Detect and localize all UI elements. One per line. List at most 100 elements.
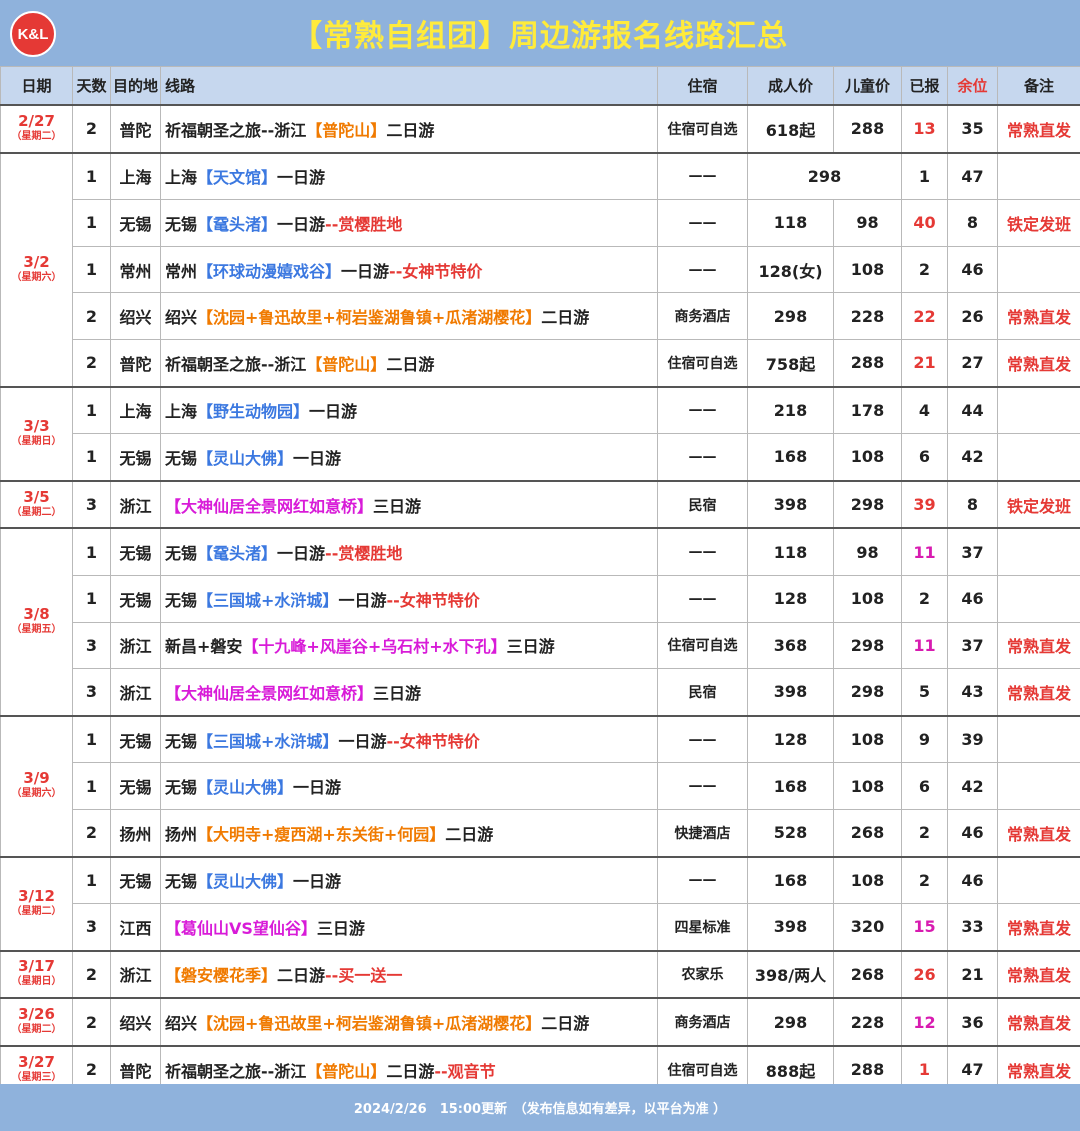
route-segment: --女神节特价 xyxy=(389,261,483,281)
note-cell: 常熟直发 xyxy=(997,668,1080,717)
route-segment: 【灵山大佛】 xyxy=(197,778,294,798)
route-segment: 无锡 xyxy=(165,872,198,892)
route-segment: 一日游 xyxy=(293,448,342,468)
adult-price-cell: 298 xyxy=(747,997,834,1047)
lodging-cell: —— xyxy=(657,385,748,435)
route-cell: 祈福朝圣之旅--浙江【普陀山】二日游 xyxy=(160,104,658,154)
weekday-label: （星期五） xyxy=(11,624,62,636)
page-header: K&L 【常熟自组团】周边游报名线路汇总 xyxy=(0,0,1080,66)
weekday-label: （星期二） xyxy=(11,130,62,142)
route-segment: --买一送一 xyxy=(325,966,403,986)
remaining-seats-cell: 27 xyxy=(947,338,998,388)
note-cell: 常熟直发 xyxy=(997,104,1080,154)
destination-cell: 浙江 xyxy=(110,621,161,670)
days-cell: 3 xyxy=(72,479,111,529)
destination-cell: 无锡 xyxy=(110,762,161,810)
route-segment: 绍兴 xyxy=(165,1014,198,1034)
route-segment: 【大神仙居全景网红如意桥】 xyxy=(165,496,374,516)
route-cell: 无锡【三国城+水浒城】一日游--女神节特价 xyxy=(160,714,658,764)
itinerary-sheet: K&L 【常熟自组团】周边游报名线路汇总 日期 天数 目的地 线路 住宿 成人价… xyxy=(0,0,1080,1131)
route-segment: 常州 xyxy=(165,261,198,281)
destination-cell: 上海 xyxy=(110,151,161,201)
note-cell xyxy=(997,151,1080,201)
lodging-cell: 商务酒店 xyxy=(657,997,748,1047)
days-cell: 3 xyxy=(72,621,111,670)
date-cell: 3/3 （星期日） xyxy=(0,385,73,482)
destination-cell: 绍兴 xyxy=(110,997,161,1047)
route-segment: 一日游 xyxy=(309,402,358,422)
adult-price-cell: 168 xyxy=(747,855,834,905)
days-cell: 2 xyxy=(72,808,111,858)
note-cell: 常熟直发 xyxy=(997,621,1080,670)
route-segment: 无锡 xyxy=(165,214,198,234)
remaining-seats-cell: 8 xyxy=(947,479,998,529)
route-segment: 【普陀山】 xyxy=(306,1061,387,1081)
adult-price-cell: 128 xyxy=(747,574,834,623)
remaining-seats-cell: 26 xyxy=(947,292,998,340)
route-segment: 祈福朝圣之旅--浙江 xyxy=(165,1061,307,1081)
route-cell: 绍兴【沈园+鲁迅故里+柯岩鉴湖鲁镇+瓜渚湖樱花】二日游 xyxy=(160,997,658,1047)
date-cell: 3/5 （星期二） xyxy=(0,479,73,529)
table-row: 3/5 （星期二） 3 浙江 【大神仙居全景网红如意桥】三日游 民宿 398 298 39 8 铁定… xyxy=(0,479,1080,529)
route-segment: 【三国城+水浒城】 xyxy=(197,731,339,751)
child-price-cell: 320 xyxy=(833,903,902,952)
weekday-label: （星期日） xyxy=(11,435,62,447)
child-price-cell: 108 xyxy=(833,714,902,764)
adult-price-cell: 398 xyxy=(747,479,834,529)
weekday-label: （星期二） xyxy=(11,1024,62,1036)
note-cell xyxy=(997,385,1080,435)
adult-price-cell: 218 xyxy=(747,385,834,435)
child-price-cell: 108 xyxy=(833,855,902,905)
col-reported: 已报 xyxy=(901,66,948,106)
route-segment: 【普陀山】 xyxy=(306,120,387,140)
days-cell: 1 xyxy=(72,151,111,201)
date-cell: 3/17 （星期日） xyxy=(0,949,73,999)
route-segment: 二日游 xyxy=(386,120,435,140)
col-remaining: 余位 xyxy=(947,66,998,106)
days-cell: 1 xyxy=(72,574,111,623)
days-cell: 2 xyxy=(72,997,111,1047)
reported-count-cell: 40 xyxy=(901,199,948,247)
route-segment: --赏樱胜地 xyxy=(325,544,403,564)
lodging-cell: —— xyxy=(657,527,748,576)
days-cell: 3 xyxy=(72,668,111,717)
table-row: 1 无锡 无锡【三国城+水浒城】一日游--女神节特价 —— 128 108 2 46 xyxy=(1,574,1080,623)
remaining-seats-cell: 36 xyxy=(947,997,998,1047)
adult-price-cell: 398/两人 xyxy=(747,949,834,999)
table-row: 2 扬州 扬州【大明寺+瘦西湖+东关街+何园】二日游 快捷酒店 528 268 2 46 常熟直… xyxy=(1,808,1080,858)
days-cell: 2 xyxy=(72,949,111,999)
child-price-cell: 228 xyxy=(833,997,902,1047)
date-value: 3/5 xyxy=(23,487,50,506)
remaining-seats-cell: 42 xyxy=(947,762,998,810)
lodging-cell: 住宿可自选 xyxy=(657,621,748,670)
adult-price-cell: 128 xyxy=(747,714,834,764)
table-row: 3 浙江 新昌+磐安【十九峰+风崖谷+乌石村+水下孔】三日游 住宿可自选 368 298 1… xyxy=(1,621,1080,670)
lodging-cell: 商务酒店 xyxy=(657,292,748,340)
lodging-cell: —— xyxy=(657,762,748,810)
route-segment: 【大神仙居全景网红如意桥】 xyxy=(165,683,374,703)
route-segment: 三日游 xyxy=(316,918,365,938)
table-row: 3/26 （星期二） 2 绍兴 绍兴【沈园+鲁迅故里+柯岩鉴湖鲁镇+瓜渚湖樱花】二日游商… xyxy=(0,997,1080,1047)
table-row: 3/2 （星期六） 1 上海 上海【天文馆】一日游 —— 298 1 47 xyxy=(0,151,1080,388)
child-price-cell: 288 xyxy=(833,338,902,388)
route-segment: 【鼋头渚】 xyxy=(197,544,278,564)
remaining-seats-cell: 46 xyxy=(947,245,998,294)
route-segment: --观音节 xyxy=(434,1061,496,1081)
date-cell: 3/2 （星期六） xyxy=(0,151,73,388)
route-segment: 无锡 xyxy=(165,731,198,751)
reported-count-cell: 6 xyxy=(901,433,948,482)
note-cell: 铁定发班 xyxy=(997,479,1080,529)
route-segment: 扬州 xyxy=(165,824,198,844)
child-price-cell: 268 xyxy=(833,949,902,999)
col-note: 备注 xyxy=(997,66,1080,106)
route-segment: 上海 xyxy=(165,402,198,422)
child-price-cell: 98 xyxy=(833,199,902,247)
date-value: 3/26 xyxy=(18,1005,55,1024)
destination-cell: 扬州 xyxy=(110,808,161,858)
route-segment: 一日游 xyxy=(338,731,387,751)
route-segment: 一日游 xyxy=(277,544,326,564)
destination-cell: 浙江 xyxy=(110,949,161,999)
route-segment: 一日游 xyxy=(293,872,342,892)
price-cell: 298 xyxy=(747,151,902,201)
route-segment: 三日游 xyxy=(373,683,422,703)
